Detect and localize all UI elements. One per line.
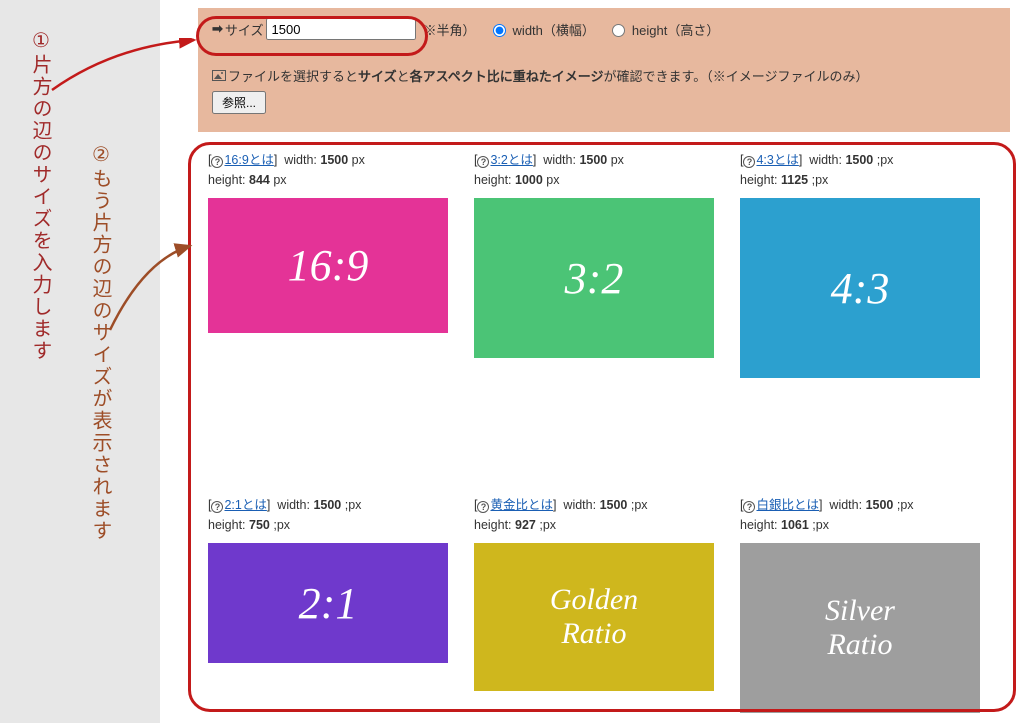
ratio-grid: [?16:9とは] width: 1500 pxheight: 844 px16…	[208, 150, 1000, 713]
size-label: サイズ	[225, 20, 264, 39]
size-input[interactable]	[266, 18, 416, 40]
ratio-box: 16:9	[208, 198, 448, 333]
width-label: width:	[563, 498, 596, 512]
width-value: 1500	[313, 498, 341, 512]
help-icon: ?	[743, 156, 755, 168]
width-label: width:	[543, 153, 576, 167]
main-area: ➡ サイズ ※半角） width（横幅） height（高さ） ファイルを選択す…	[160, 0, 1024, 723]
tile-info: [?白銀比とは] width: 1500 ;pxheight: 1061 ;px	[740, 495, 980, 535]
width-unit: px	[348, 153, 365, 167]
width-value: 1500	[579, 153, 607, 167]
width-unit: px	[607, 153, 624, 167]
radio-width[interactable]: width（横幅）	[488, 20, 595, 39]
ratio-link[interactable]: 2:1とは	[224, 498, 266, 512]
height-unit: ;px	[808, 173, 828, 187]
height-value: 927	[515, 518, 536, 532]
file-description: ファイルを選択すると サイズ と 各アスペクト比に重ねたイメージ が確認できます…	[212, 66, 996, 85]
width-value: 1500	[866, 498, 894, 512]
height-value: 844	[249, 173, 270, 187]
annotation-1-text: 片方の辺のサイズを入力します	[29, 54, 51, 362]
help-icon: ?	[477, 501, 489, 513]
radio-height-input[interactable]	[612, 24, 625, 37]
help-icon: ?	[211, 156, 223, 168]
ratio-box: GoldenRatio	[474, 543, 714, 691]
ratio-tile: [?黄金比とは] width: 1500 ;pxheight: 927 ;pxG…	[474, 495, 714, 713]
width-unit: ;px	[627, 498, 647, 512]
ratio-box: 3:2	[474, 198, 714, 358]
ratio-box: 4:3	[740, 198, 980, 378]
ratio-link[interactable]: 16:9とは	[224, 153, 273, 167]
tile-info: [?2:1とは] width: 1500 ;pxheight: 750 ;px	[208, 495, 448, 535]
width-value: 1500	[600, 498, 628, 512]
height-value: 1000	[515, 173, 543, 187]
file-desc-mid: と	[397, 66, 410, 85]
file-desc-b1: サイズ	[358, 66, 397, 85]
ratio-tile: [?2:1とは] width: 1500 ;pxheight: 750 ;px2…	[208, 495, 448, 713]
radio-height-label: height（高さ）	[632, 20, 719, 39]
ratio-link[interactable]: 黄金比とは	[490, 498, 553, 512]
ratio-tile: [?白銀比とは] width: 1500 ;pxheight: 1061 ;px…	[740, 495, 980, 713]
hankaku-note: ※半角）	[424, 20, 476, 39]
ratio-tile: [?4:3とは] width: 1500 ;pxheight: 1125 ;px…	[740, 150, 980, 378]
height-label: height:	[208, 173, 246, 187]
width-value: 1500	[320, 153, 348, 167]
height-label: height:	[474, 518, 512, 532]
arrow-right-icon: ➡	[212, 21, 223, 37]
height-unit: ;px	[270, 518, 290, 532]
ratio-link[interactable]: 白銀比とは	[756, 498, 819, 512]
height-value: 1061	[781, 518, 809, 532]
width-label: width:	[277, 498, 310, 512]
radio-height[interactable]: height（高さ）	[607, 20, 719, 39]
file-desc-b2: 各アスペクト比に重ねたイメージ	[410, 66, 604, 85]
tile-info: [?4:3とは] width: 1500 ;pxheight: 1125 ;px	[740, 150, 980, 190]
help-icon: ?	[211, 501, 223, 513]
height-label: height:	[474, 173, 512, 187]
ratio-box: SilverRatio	[740, 543, 980, 713]
height-unit: px	[270, 173, 287, 187]
width-label: width:	[829, 498, 862, 512]
width-label: width:	[809, 153, 842, 167]
width-value: 1500	[845, 153, 873, 167]
annotation-1-num: ①	[28, 28, 52, 54]
annotation-2-text: もう片方の辺のサイズが表示されます	[89, 168, 111, 542]
tile-info: [?黄金比とは] width: 1500 ;pxheight: 927 ;px	[474, 495, 714, 535]
height-value: 1125	[781, 173, 808, 187]
radio-width-input[interactable]	[493, 24, 506, 37]
results-panel: [?16:9とは] width: 1500 pxheight: 844 px16…	[198, 140, 1010, 710]
input-panel: ➡ サイズ ※半角） width（横幅） height（高さ） ファイルを選択す…	[198, 8, 1010, 132]
height-label: height:	[740, 173, 778, 187]
height-label: height:	[208, 518, 246, 532]
radio-width-label: width（横幅）	[513, 20, 595, 39]
width-unit: ;px	[893, 498, 913, 512]
help-icon: ?	[477, 156, 489, 168]
ratio-tile: [?3:2とは] width: 1500 pxheight: 1000 px3:…	[474, 150, 714, 378]
ratio-link[interactable]: 3:2とは	[490, 153, 532, 167]
height-unit: px	[543, 173, 560, 187]
ratio-box: 2:1	[208, 543, 448, 663]
height-label: height:	[740, 518, 778, 532]
annotation-2: ②もう片方の辺のサイズが表示されます	[86, 142, 115, 542]
size-row: ➡ サイズ ※半角） width（横幅） height（高さ）	[212, 18, 996, 40]
width-unit: ;px	[341, 498, 361, 512]
left-margin	[0, 0, 160, 723]
height-unit: ;px	[536, 518, 556, 532]
ratio-link[interactable]: 4:3とは	[756, 153, 798, 167]
image-icon	[212, 70, 226, 81]
tile-info: [?16:9とは] width: 1500 pxheight: 844 px	[208, 150, 448, 190]
browse-button[interactable]: 参照...	[212, 91, 266, 114]
tile-info: [?3:2とは] width: 1500 pxheight: 1000 px	[474, 150, 714, 190]
help-icon: ?	[743, 501, 755, 513]
ratio-tile: [?16:9とは] width: 1500 pxheight: 844 px16…	[208, 150, 448, 378]
file-desc-pre: ファイルを選択すると	[228, 66, 358, 85]
height-unit: ;px	[809, 518, 829, 532]
annotation-1: ①片方の辺のサイズを入力します	[26, 28, 55, 362]
file-desc-post: が確認できます。（※イメージファイルのみ）	[604, 66, 869, 85]
width-label: width:	[284, 153, 317, 167]
height-value: 750	[249, 518, 270, 532]
width-unit: ;px	[873, 153, 893, 167]
annotation-2-num: ②	[88, 142, 112, 168]
